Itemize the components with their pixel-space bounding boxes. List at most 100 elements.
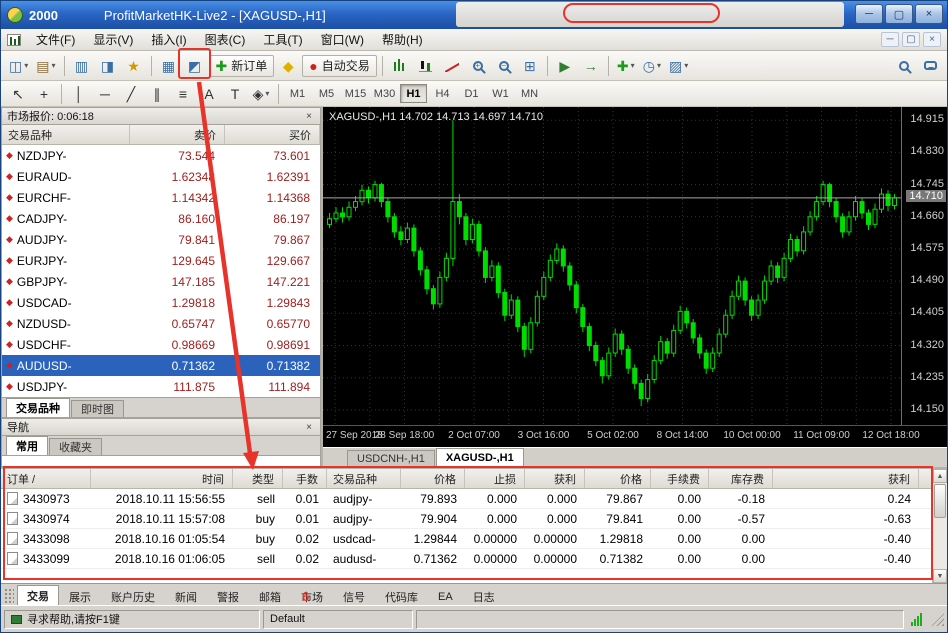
terminal-col-6[interactable]: 止损: [465, 469, 525, 488]
mw-col-1[interactable]: 卖价: [130, 125, 225, 144]
timeframe-h1[interactable]: H1: [400, 84, 427, 103]
menu-item-1[interactable]: 显示(V): [84, 29, 142, 50]
terminal-col-4[interactable]: 交易品种: [327, 469, 401, 488]
order-row[interactable]: 3433099 2018.10.16 01:06:05 sell 0.02 audusd…: [1, 549, 947, 569]
tile-windows-icon[interactable]: ⊞: [518, 55, 542, 77]
timeframe-m1[interactable]: M1: [284, 84, 311, 103]
timeframe-d1[interactable]: D1: [458, 84, 485, 103]
text-icon[interactable]: A: [197, 83, 221, 105]
terminal-col-0[interactable]: 订单 /: [1, 469, 91, 488]
terminal-col-9[interactable]: 手续费: [651, 469, 709, 488]
vertical-line-icon[interactable]: │: [67, 83, 91, 105]
market-watch-tab-0[interactable]: 交易品种: [6, 398, 70, 417]
terminal-tab-2[interactable]: 账户历史: [101, 587, 165, 605]
timeframe-h4[interactable]: H4: [429, 84, 456, 103]
auto-trading-button[interactable]: ● 自动交易: [302, 54, 377, 77]
horizontal-line-icon[interactable]: ─: [93, 83, 117, 105]
market-watch-row[interactable]: ◆ EURAUD- 1.62348 1.62391: [2, 166, 320, 187]
market-watch-row[interactable]: ◆ AUDJPY- 79.841 79.867: [2, 229, 320, 250]
crosshair-icon[interactable]: +: [32, 83, 56, 105]
navigator-close-icon[interactable]: ×: [303, 422, 315, 433]
status-profile-segment[interactable]: Default: [263, 609, 413, 629]
minimize-button[interactable]: ─: [855, 4, 883, 24]
search-icon[interactable]: [892, 55, 916, 77]
timeframe-m5[interactable]: M5: [313, 84, 340, 103]
market-watch-tab-1[interactable]: 即时图: [71, 400, 124, 417]
terminal-col-10[interactable]: 库存费: [709, 469, 773, 488]
fibonacci-icon[interactable]: ≡: [171, 83, 195, 105]
profiles-icon[interactable]: ▤ ▾: [33, 55, 58, 77]
terminal-tab-5[interactable]: 邮箱: [249, 587, 291, 605]
metaeditor-icon[interactable]: ◆: [276, 55, 300, 77]
timeframe-w1[interactable]: W1: [487, 84, 514, 103]
terminal-col-5[interactable]: 价格: [401, 469, 465, 488]
chart-tab-0[interactable]: USDCNH-,H1: [347, 450, 435, 467]
terminal-scrollbar[interactable]: ▲ ▼: [932, 469, 947, 583]
terminal-tab-0[interactable]: 交易: [17, 585, 59, 605]
mw-col-2[interactable]: 买价: [225, 125, 320, 144]
data-window-icon[interactable]: ◨: [96, 55, 120, 77]
chart-tab-1[interactable]: XAGUSD-,H1: [435, 448, 524, 467]
timeframe-mn[interactable]: MN: [516, 84, 543, 103]
new-order-button[interactable]: ✚ 新订单: [208, 54, 275, 77]
navigator-icon[interactable]: ★: [122, 55, 146, 77]
menu-item-2[interactable]: 插入(I): [142, 29, 195, 50]
cursor-icon[interactable]: ↖: [6, 83, 30, 105]
terminal-col-3[interactable]: 手数: [283, 469, 327, 488]
chat-icon[interactable]: [918, 55, 942, 77]
arrows-icon[interactable]: ◈ ▾: [249, 83, 273, 105]
chart-shift-icon[interactable]: →: [579, 55, 603, 77]
terminal-col-11[interactable]: 获利: [773, 469, 919, 488]
navigator-tab-0[interactable]: 常用: [6, 436, 48, 455]
price-scale[interactable]: 14.915 14.830 14.745 14.660 14.575 14.490 14.4…: [901, 107, 947, 425]
chart-svg[interactable]: [323, 107, 901, 425]
chart-area[interactable]: XAGUSD-,H1 14.702 14.713 14.697 14.710 1…: [323, 107, 947, 425]
market-watch-row[interactable]: ◆ AUDUSD- 0.71362 0.71382: [2, 355, 320, 376]
menu-item-6[interactable]: 帮助(H): [373, 29, 432, 50]
terminal-col-2[interactable]: 类型: [233, 469, 283, 488]
templates-icon[interactable]: ▨ ▾: [666, 55, 691, 77]
order-row[interactable]: 3430974 2018.10.11 15:57:08 buy 0.01 audjpy-…: [1, 509, 947, 529]
auto-scroll-icon[interactable]: ▶: [553, 55, 577, 77]
equidistant-channel-icon[interactable]: ∥: [145, 83, 169, 105]
indicators-icon[interactable]: ✚ ▾: [614, 55, 638, 77]
terminal-tab-3[interactable]: 新闻: [165, 587, 207, 605]
tabstrip-grip[interactable]: [4, 588, 14, 604]
scroll-down-icon[interactable]: ▼: [933, 569, 947, 583]
market-watch-row[interactable]: ◆ CADJPY- 86.160 86.197: [2, 208, 320, 229]
zoom-in-icon[interactable]: +: [466, 55, 490, 77]
market-watch-row[interactable]: ◆ NZDJPY- 73.544 73.601: [2, 145, 320, 166]
market-watch-row[interactable]: ◆ USDCHF- 0.98669 0.98691: [2, 334, 320, 355]
child-restore-button[interactable]: ▢: [902, 32, 920, 47]
restore-button[interactable]: ▢: [885, 4, 913, 24]
terminal-col-7[interactable]: 获利: [525, 469, 585, 488]
market-watch-row[interactable]: ◆ USDJPY- 111.875 111.894: [2, 376, 320, 397]
terminal-tab-1[interactable]: 展示: [59, 587, 101, 605]
text-label-icon[interactable]: T: [223, 83, 247, 105]
child-minimize-button[interactable]: ─: [881, 32, 899, 47]
zoom-out-icon[interactable]: −: [492, 55, 516, 77]
navigator-tab-1[interactable]: 收藏夹: [49, 438, 102, 455]
new-chart-icon[interactable]: ◫ ▾: [6, 55, 31, 77]
terminal-col-1[interactable]: 时间: [91, 469, 233, 488]
market-watch-row[interactable]: ◆ EURCHF- 1.14342 1.14368: [2, 187, 320, 208]
terminal-tab-8[interactable]: 代码库: [375, 587, 428, 605]
candlestick-chart-icon[interactable]: [414, 55, 438, 77]
mw-col-0[interactable]: 交易品种: [2, 125, 130, 144]
resize-grip[interactable]: [931, 612, 944, 626]
menu-item-4[interactable]: 工具(T): [254, 29, 311, 50]
menu-item-0[interactable]: 文件(F): [27, 29, 84, 50]
market-watch-close-icon[interactable]: ×: [303, 111, 315, 122]
terminal-icon[interactable]: ▦: [157, 55, 181, 77]
periods-icon[interactable]: ◷ ▾: [640, 55, 664, 77]
timeframe-m30[interactable]: M30: [371, 84, 398, 103]
market-watch-icon[interactable]: ▥: [70, 55, 94, 77]
line-chart-icon[interactable]: [440, 55, 464, 77]
terminal-tab-7[interactable]: 信号: [333, 587, 375, 605]
market-watch-row[interactable]: ◆ EURJPY- 129.645 129.667: [2, 250, 320, 271]
menu-item-3[interactable]: 图表(C): [196, 29, 255, 50]
order-row[interactable]: 3430973 2018.10.11 15:56:55 sell 0.01 audjpy…: [1, 489, 947, 509]
trendline-icon[interactable]: ╱: [119, 83, 143, 105]
terminal-tab-10[interactable]: 日志: [463, 587, 505, 605]
market-watch-row[interactable]: ◆ NZDUSD- 0.65747 0.65770: [2, 313, 320, 334]
